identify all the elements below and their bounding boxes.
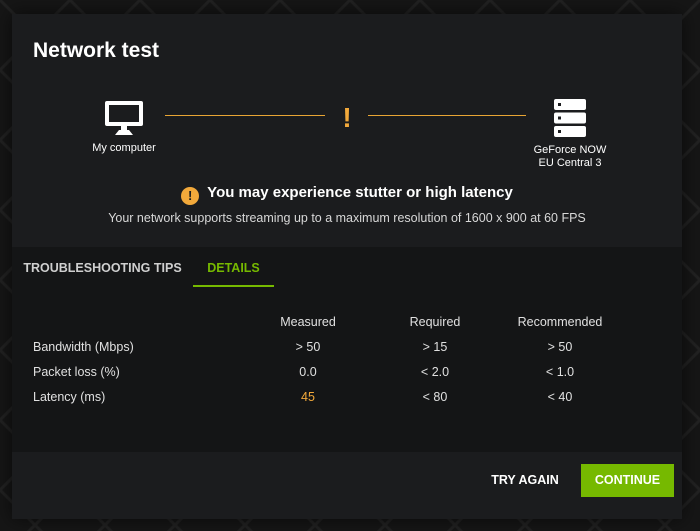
- row-label: Bandwidth (Mbps): [33, 340, 134, 354]
- row-label: Latency (ms): [33, 390, 106, 404]
- dialog-title: Network test: [33, 39, 160, 62]
- dialog-footer: TRY AGAIN CONTINUE: [12, 452, 682, 519]
- header-measured: Measured: [280, 315, 336, 329]
- metrics-header-row: Measured Required Recommended: [12, 310, 682, 335]
- warning-circle-icon: !: [181, 187, 200, 205]
- warning-detail: Your network supports streaming up to a …: [108, 211, 586, 225]
- row-measured-value: > 50: [295, 340, 321, 354]
- warning-headline-row: ! You may experience stutter or high late…: [12, 184, 682, 205]
- row-measured-value: 0.0: [299, 365, 317, 379]
- table-row: Bandwidth (Mbps) > 50 > 15 > 50: [12, 335, 682, 360]
- connection-warning-icon: !: [342, 102, 352, 133]
- network-test-dialog: Network test My computer ! GeForce NOW E…: [12, 14, 682, 519]
- server-label-name: GeForce NOW: [533, 144, 607, 156]
- row-required-value: > 15: [422, 340, 448, 354]
- tab-details[interactable]: DETAILS: [193, 247, 274, 287]
- header-recommended: Recommended: [517, 315, 603, 329]
- details-panel: TROUBLESHOOTING TIPS DETAILS Measured Re…: [12, 247, 682, 452]
- table-row: Packet loss (%) 0.0 < 2.0 < 1.0: [12, 360, 682, 385]
- tab-bar: TROUBLESHOOTING TIPS DETAILS: [12, 247, 682, 287]
- my-computer-label: My computer: [92, 142, 156, 154]
- row-measured-value: 45: [301, 390, 315, 404]
- connection-line-right: [368, 115, 526, 116]
- row-required-value: < 2.0: [420, 365, 450, 379]
- row-recommended-value: < 1.0: [545, 365, 575, 379]
- metrics-table: Measured Required Recommended Bandwidth …: [12, 310, 682, 410]
- header-required: Required: [409, 315, 461, 329]
- continue-button[interactable]: CONTINUE: [581, 464, 674, 497]
- row-recommended-value: > 50: [547, 340, 573, 354]
- table-row: Latency (ms) 45 < 80 < 40: [12, 385, 682, 410]
- server-icon: [554, 99, 586, 137]
- row-required-value: < 80: [422, 390, 448, 404]
- server-label-region: EU Central 3: [538, 157, 602, 169]
- try-again-button[interactable]: TRY AGAIN: [480, 464, 570, 497]
- row-recommended-value: < 40: [547, 390, 573, 404]
- tab-troubleshooting-tips[interactable]: TROUBLESHOOTING TIPS: [18, 247, 187, 287]
- warning-headline: You may experience stutter or high laten…: [207, 184, 513, 201]
- connection-line-left: [165, 115, 325, 116]
- row-label: Packet loss (%): [33, 365, 120, 379]
- server-node: GeForce NOW EU Central 3: [520, 98, 620, 170]
- monitor-icon: [105, 101, 143, 135]
- my-computer-node: My computer: [84, 100, 164, 155]
